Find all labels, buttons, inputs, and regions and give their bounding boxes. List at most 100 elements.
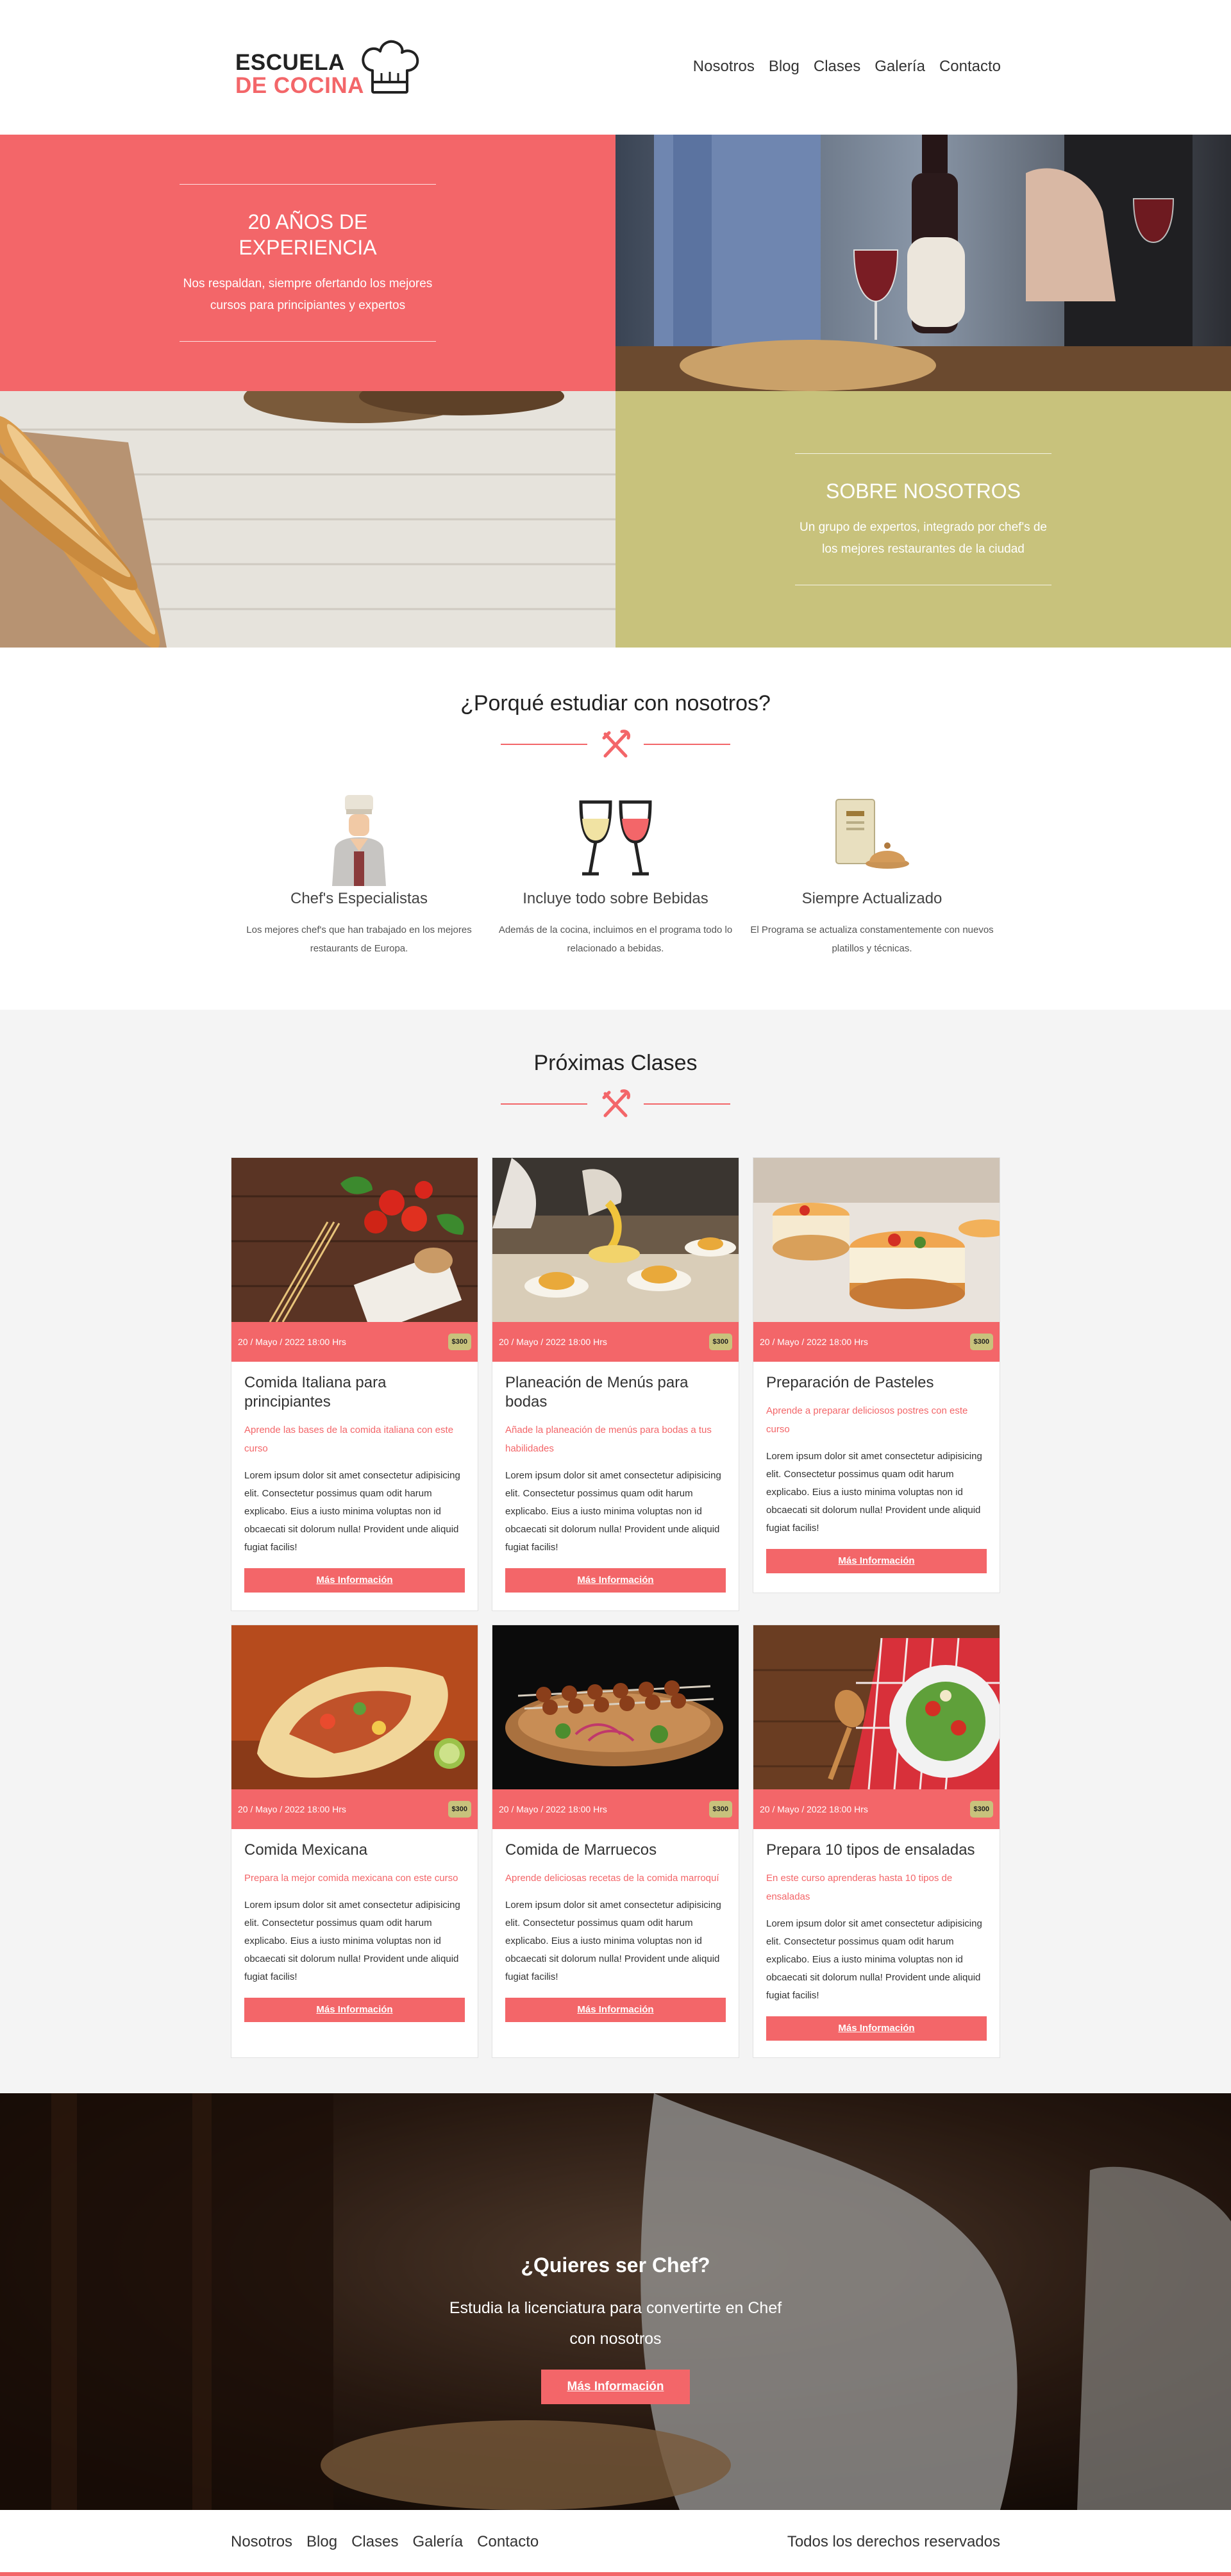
footer-nav: Nosotros Blog Clases Galería Contacto xyxy=(231,2533,539,2551)
class-date: 20 / Mayo / 2022 18:00 Hrs xyxy=(238,1804,346,1814)
class-title: Comida Mexicana xyxy=(244,1841,368,1859)
experience-title: 20 AÑOS DE EXPERIENCIA xyxy=(239,210,377,259)
class-description: Lorem ipsum dolor sit amet consectetur a… xyxy=(505,1470,721,1553)
separator-line xyxy=(501,1103,587,1105)
class-image xyxy=(753,1158,1000,1322)
nav-contacto[interactable]: Contacto xyxy=(939,58,1001,76)
bread-photo xyxy=(0,391,616,648)
feature-updated: Siempre Actualizado El Programa se actua… xyxy=(744,790,1000,958)
separator-line xyxy=(644,1103,730,1105)
logo[interactable]: ESCUELA DE COCINA xyxy=(234,37,420,98)
feature-chefs-title: Chef's Especialistas xyxy=(290,890,428,907)
footer-nav-clases[interactable]: Clases xyxy=(351,2533,398,2551)
class-title: Planeación de Menús para bodas xyxy=(505,1374,689,1410)
class-description: Lorem ipsum dolor sit amet consectetur a… xyxy=(766,1918,982,2001)
classes-section: Próximas Clases 20 / Mayo / 2022 18:00 H… xyxy=(0,1010,1231,2093)
italian-food-photo xyxy=(231,1158,478,1322)
site-footer: Nosotros Blog Clases Galería Contacto To… xyxy=(0,2510,1231,2576)
more-info-button[interactable]: Más Información xyxy=(505,1568,726,1593)
feature-chefs-text: Los mejores chef's que han trabajado en … xyxy=(246,924,472,954)
price-badge: $300 xyxy=(969,1334,993,1350)
price-badge: $300 xyxy=(708,1334,732,1350)
wine-photo xyxy=(616,135,1231,391)
experience-box: 20 AÑOS DE EXPERIENCIA Nos respaldan, si… xyxy=(180,184,436,342)
more-info-button[interactable]: Más Información xyxy=(766,2016,987,2041)
cta-title: ¿Quieres ser Chef? xyxy=(521,2254,710,2277)
class-card: 20 / Mayo / 2022 18:00 Hrs $300 Planeaci… xyxy=(492,1157,739,1611)
wine-glasses-icon xyxy=(579,800,652,876)
logo-line1: ESCUELA xyxy=(235,50,345,75)
class-meta: 20 / Mayo / 2022 18:00 Hrs $300 xyxy=(492,1789,739,1829)
why-title: ¿Porqué estudiar con nosotros? xyxy=(460,691,771,715)
nav-galeria[interactable]: Galería xyxy=(875,58,925,76)
more-info-button[interactable]: Más Información xyxy=(505,1998,726,2022)
footer-nav-contacto[interactable]: Contacto xyxy=(477,2533,539,2551)
class-image xyxy=(492,1158,739,1322)
class-title: Prepara 10 tipos de ensaladas xyxy=(766,1841,975,1859)
class-meta: 20 / Mayo / 2022 18:00 Hrs $300 xyxy=(492,1322,739,1362)
class-image xyxy=(231,1158,478,1322)
about-box: SOBRE NOSOTROS Un grupo de expertos, int… xyxy=(795,453,1051,585)
footer-nav-nosotros[interactable]: Nosotros xyxy=(231,2533,292,2551)
chef-hat-icon xyxy=(362,40,419,94)
footer-nav-galeria[interactable]: Galería xyxy=(412,2533,463,2551)
class-image xyxy=(231,1625,478,1789)
more-info-button[interactable]: Más Información xyxy=(244,1998,465,2022)
menu-dish-icon xyxy=(835,799,909,869)
moroccan-food-photo xyxy=(492,1625,739,1789)
cta-text: Estudia la licenciatura para convertirte… xyxy=(449,2299,782,2348)
cutlery-icon xyxy=(602,1089,630,1117)
price-badge: $300 xyxy=(969,1801,993,1818)
nav-clases[interactable]: Clases xyxy=(814,58,860,76)
experience-tile: 20 AÑOS DE EXPERIENCIA Nos respaldan, si… xyxy=(0,135,616,391)
class-meta: 20 / Mayo / 2022 18:00 Hrs $300 xyxy=(231,1789,478,1829)
experience-text: Nos respaldan, siempre ofertando los mej… xyxy=(183,277,433,312)
more-info-button[interactable]: Más Información xyxy=(766,1549,987,1573)
class-date: 20 / Mayo / 2022 18:00 Hrs xyxy=(499,1804,607,1814)
main-nav: Nosotros Blog Clases Galería Contacto xyxy=(693,58,1001,76)
nav-nosotros[interactable]: Nosotros xyxy=(693,58,755,76)
class-card: 20 / Mayo / 2022 18:00 Hrs $300 Prepara … xyxy=(753,1625,1000,2058)
features: Chef's Especialistas Los mejores chef's … xyxy=(231,790,1000,958)
class-description: Lorem ipsum dolor sit amet consectetur a… xyxy=(505,1900,721,1982)
mexican-food-photo xyxy=(231,1625,478,1789)
price-badge: $300 xyxy=(448,1334,471,1350)
pastries-photo xyxy=(753,1158,1000,1322)
wedding-menu-photo xyxy=(492,1158,739,1322)
bread-image xyxy=(0,391,616,648)
class-meta: 20 / Mayo / 2022 18:00 Hrs $300 xyxy=(231,1322,478,1362)
nav-blog[interactable]: Blog xyxy=(769,58,800,76)
class-subtitle: Aprende las bases de la comida italiana … xyxy=(244,1425,454,1454)
more-info-button[interactable]: Más Información xyxy=(244,1568,465,1593)
footer-nav-blog[interactable]: Blog xyxy=(306,2533,337,2551)
class-subtitle: Añade la planeación de menús para bodas … xyxy=(505,1425,712,1454)
why-section: ¿Porqué estudiar con nosotros? Chef's Es… xyxy=(0,648,1231,1010)
class-date: 20 / Mayo / 2022 18:00 Hrs xyxy=(760,1337,868,1347)
cta-more-info-button[interactable]: Más Información xyxy=(541,2370,690,2404)
class-card: 20 / Mayo / 2022 18:00 Hrs $300 Comida M… xyxy=(231,1625,478,2058)
cutlery-icon xyxy=(602,730,630,758)
feature-drinks: Incluye todo sobre Bebidas Además de la … xyxy=(487,790,744,958)
class-cards: 20 / Mayo / 2022 18:00 Hrs $300 Comida I… xyxy=(231,1157,1000,2058)
feature-chefs: Chef's Especialistas Los mejores chef's … xyxy=(231,790,487,958)
class-title: Comida Italiana para principiantes xyxy=(244,1374,387,1410)
section-separator xyxy=(0,728,1231,761)
class-description: Lorem ipsum dolor sit amet consectetur a… xyxy=(766,1451,982,1534)
salad-photo xyxy=(753,1625,1000,1789)
cta-content: ¿Quieres ser Chef? Estudia la licenciatu… xyxy=(0,2254,1231,2404)
copyright: Todos los derechos reservados xyxy=(787,2533,1000,2550)
class-image xyxy=(492,1625,739,1789)
class-description: Lorem ipsum dolor sit amet consectetur a… xyxy=(244,1470,460,1553)
class-title: Preparación de Pasteles xyxy=(766,1374,934,1391)
feature-drinks-title: Incluye todo sobre Bebidas xyxy=(523,890,708,907)
price-badge: $300 xyxy=(448,1801,471,1818)
class-title: Comida de Marruecos xyxy=(505,1841,657,1859)
class-date: 20 / Mayo / 2022 18:00 Hrs xyxy=(499,1337,607,1347)
feature-updated-text: El Programa se actualiza constamentement… xyxy=(750,924,994,954)
logo-line2: DE COCINA xyxy=(235,73,364,98)
hero-grid: 20 AÑOS DE EXPERIENCIA Nos respaldan, si… xyxy=(0,135,1231,648)
class-date: 20 / Mayo / 2022 18:00 Hrs xyxy=(238,1337,346,1347)
separator-line xyxy=(644,744,730,745)
site-header: ESCUELA DE COCINA Nosotros Blog Clases G… xyxy=(0,0,1231,135)
class-card: 20 / Mayo / 2022 18:00 Hrs $300 Comida I… xyxy=(231,1157,478,1611)
